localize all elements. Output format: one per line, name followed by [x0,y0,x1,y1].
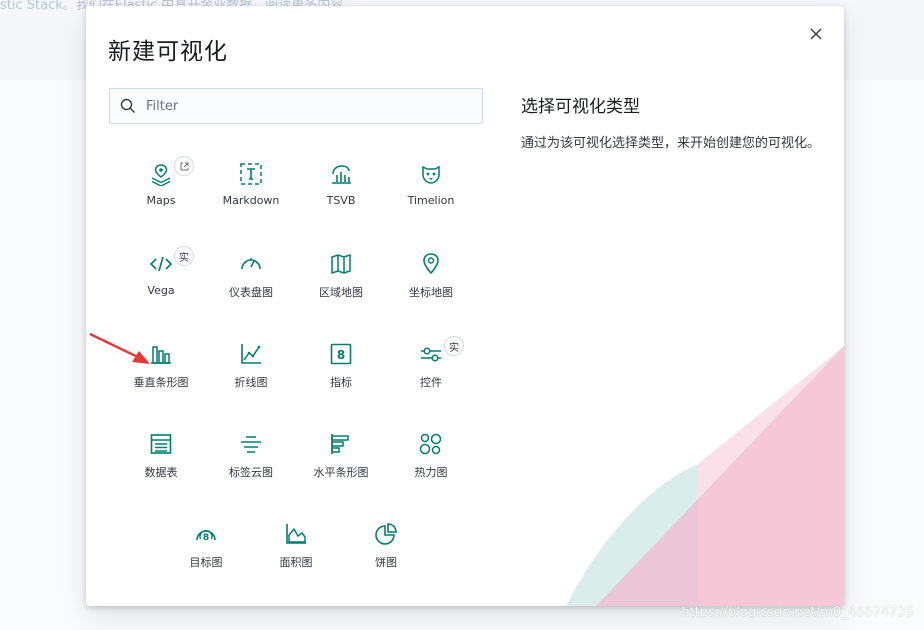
watermark: https://blog.csdn.net/m0_46674735 [681,605,914,620]
red-arrow-annotation [89,332,150,364]
